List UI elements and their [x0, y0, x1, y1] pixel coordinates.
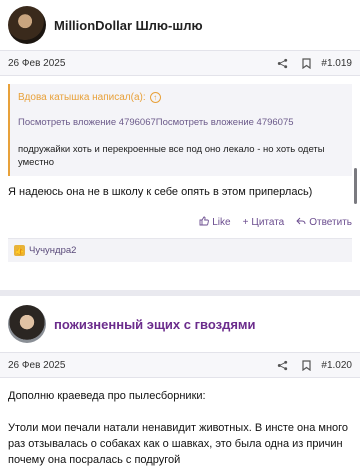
- username[interactable]: пожизненный эщих с гвоздями: [54, 317, 256, 332]
- post-actions: Like + Цитата Ответить: [0, 212, 360, 232]
- plus-icon: +: [242, 216, 249, 228]
- username[interactable]: MillionDollar Шлю-шлю: [54, 18, 203, 33]
- avatar[interactable]: [8, 305, 46, 343]
- post-body-line: Утоли мои печали натали ненавидит животн…: [8, 422, 349, 466]
- thumb-up-icon: [199, 216, 210, 229]
- post-body: Я надеюсь она не в школу к себе опять в …: [8, 186, 313, 198]
- post-number[interactable]: #1.019: [321, 58, 352, 69]
- like-label: Like: [212, 216, 231, 228]
- bookmark-icon[interactable]: [299, 358, 313, 372]
- reply-button[interactable]: Ответить: [296, 216, 352, 229]
- post-meta-bar: 26 Фев 2025 #1.020: [0, 352, 360, 378]
- avatar[interactable]: [8, 6, 46, 44]
- post-date[interactable]: 26 Фев 2025: [8, 58, 265, 69]
- post-body-line: Дополню краеведа про пылесборники:: [8, 390, 206, 402]
- post-header: пожизненный эщих с гвоздями: [0, 296, 360, 352]
- quote-attachments[interactable]: Посмотреть вложение 4796067Посмотреть вл…: [18, 117, 344, 128]
- quote-author[interactable]: Вдова катышка написал(а):: [18, 92, 146, 103]
- like-badge-icon: 👍: [14, 245, 25, 256]
- like-button[interactable]: Like: [199, 216, 231, 229]
- quote-block: Вдова катышка написал(а): ↑ Посмотреть в…: [8, 84, 352, 176]
- share-icon[interactable]: [275, 56, 289, 70]
- post-meta-bar: 26 Фев 2025 #1.019: [0, 50, 360, 76]
- likes-bar: 👍 Чучундра2: [8, 238, 352, 262]
- post-number[interactable]: #1.020: [321, 360, 352, 371]
- reply-icon: [296, 216, 306, 229]
- post-header: MillionDollar Шлю-шлю: [0, 0, 360, 50]
- quote-label: Цитата: [251, 216, 285, 228]
- post-1019: MillionDollar Шлю-шлю 26 Фев 2025 #1.019…: [0, 0, 360, 296]
- quote-button[interactable]: + Цитата: [243, 217, 285, 228]
- go-to-quote-icon[interactable]: ↑: [149, 92, 161, 103]
- share-icon[interactable]: [275, 358, 289, 372]
- quote-header[interactable]: Вдова катышка написал(а): ↑: [18, 92, 344, 103]
- reply-label: Ответить: [309, 216, 352, 228]
- post-date[interactable]: 26 Фев 2025: [8, 360, 265, 371]
- scrollbar-thumb[interactable]: [354, 168, 357, 204]
- liked-by[interactable]: Чучундра2: [29, 245, 76, 256]
- post-1020: пожизненный эщих с гвоздями 26 Фев 2025 …: [0, 296, 360, 476]
- bookmark-icon[interactable]: [299, 56, 313, 70]
- quote-text: подружайки хоть и перекроенные все под о…: [18, 144, 325, 168]
